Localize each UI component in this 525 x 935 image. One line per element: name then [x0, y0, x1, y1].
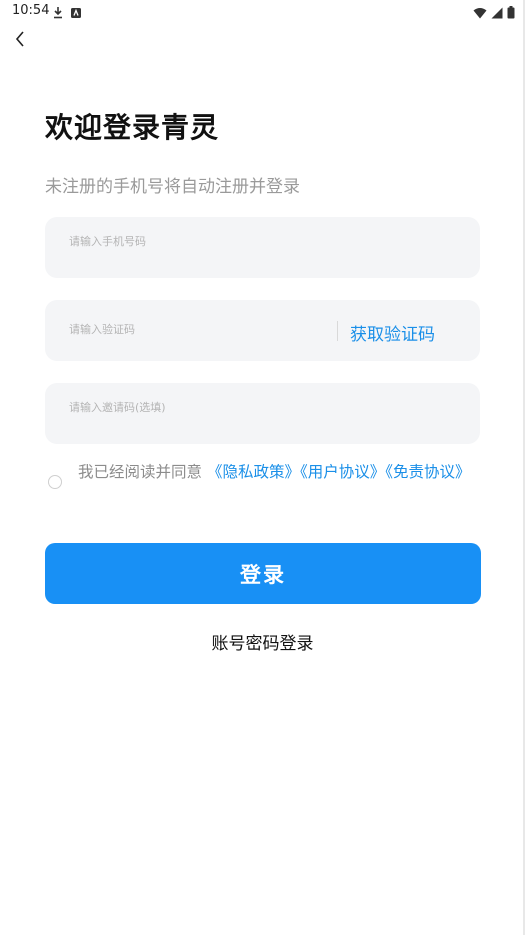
phone-field[interactable]	[45, 217, 480, 278]
battery-icon	[507, 4, 515, 23]
back-button[interactable]	[10, 30, 30, 52]
status-bar: 10:54	[0, 0, 525, 22]
password-login-link[interactable]: 账号密码登录	[0, 629, 525, 654]
agreement-checkbox[interactable]	[48, 475, 62, 489]
status-left-icons	[52, 4, 82, 23]
invite-code-input[interactable]	[69, 397, 329, 417]
download-icon	[52, 4, 64, 23]
verification-code-field[interactable]: 获取验证码	[45, 300, 480, 361]
user-agreement-link[interactable]: 《用户协议》	[300, 463, 385, 481]
phone-input[interactable]	[69, 231, 329, 251]
status-time: 10:54	[12, 3, 50, 18]
disclaimer-link[interactable]: 《免责协议》	[385, 463, 470, 481]
verification-code-input[interactable]	[69, 319, 329, 339]
page-title: 欢迎登录青灵	[45, 111, 220, 144]
login-screen: 10:54 欢迎登录青灵 未注册的手机号将自动注册并登录 请输入手机号码 请输入…	[0, 0, 525, 935]
page-subtitle: 未注册的手机号将自动注册并登录	[45, 177, 300, 197]
get-code-button[interactable]: 获取验证码	[350, 320, 435, 345]
invite-code-field[interactable]	[45, 383, 480, 444]
chevron-left-icon	[14, 30, 26, 52]
login-button[interactable]: 登录	[45, 543, 481, 604]
privacy-policy-link[interactable]: 《隐私政策》	[207, 463, 300, 481]
code-divider	[337, 321, 338, 341]
wifi-icon	[473, 4, 487, 23]
agreement-text: 我已经阅读并同意 《隐私政策》《用户协议》《免责协议》	[78, 460, 480, 485]
signal-icon	[491, 4, 503, 23]
status-right-icons	[473, 4, 515, 23]
app-notification-icon	[70, 4, 82, 23]
agreement-prefix: 我已经阅读并同意	[78, 463, 203, 481]
